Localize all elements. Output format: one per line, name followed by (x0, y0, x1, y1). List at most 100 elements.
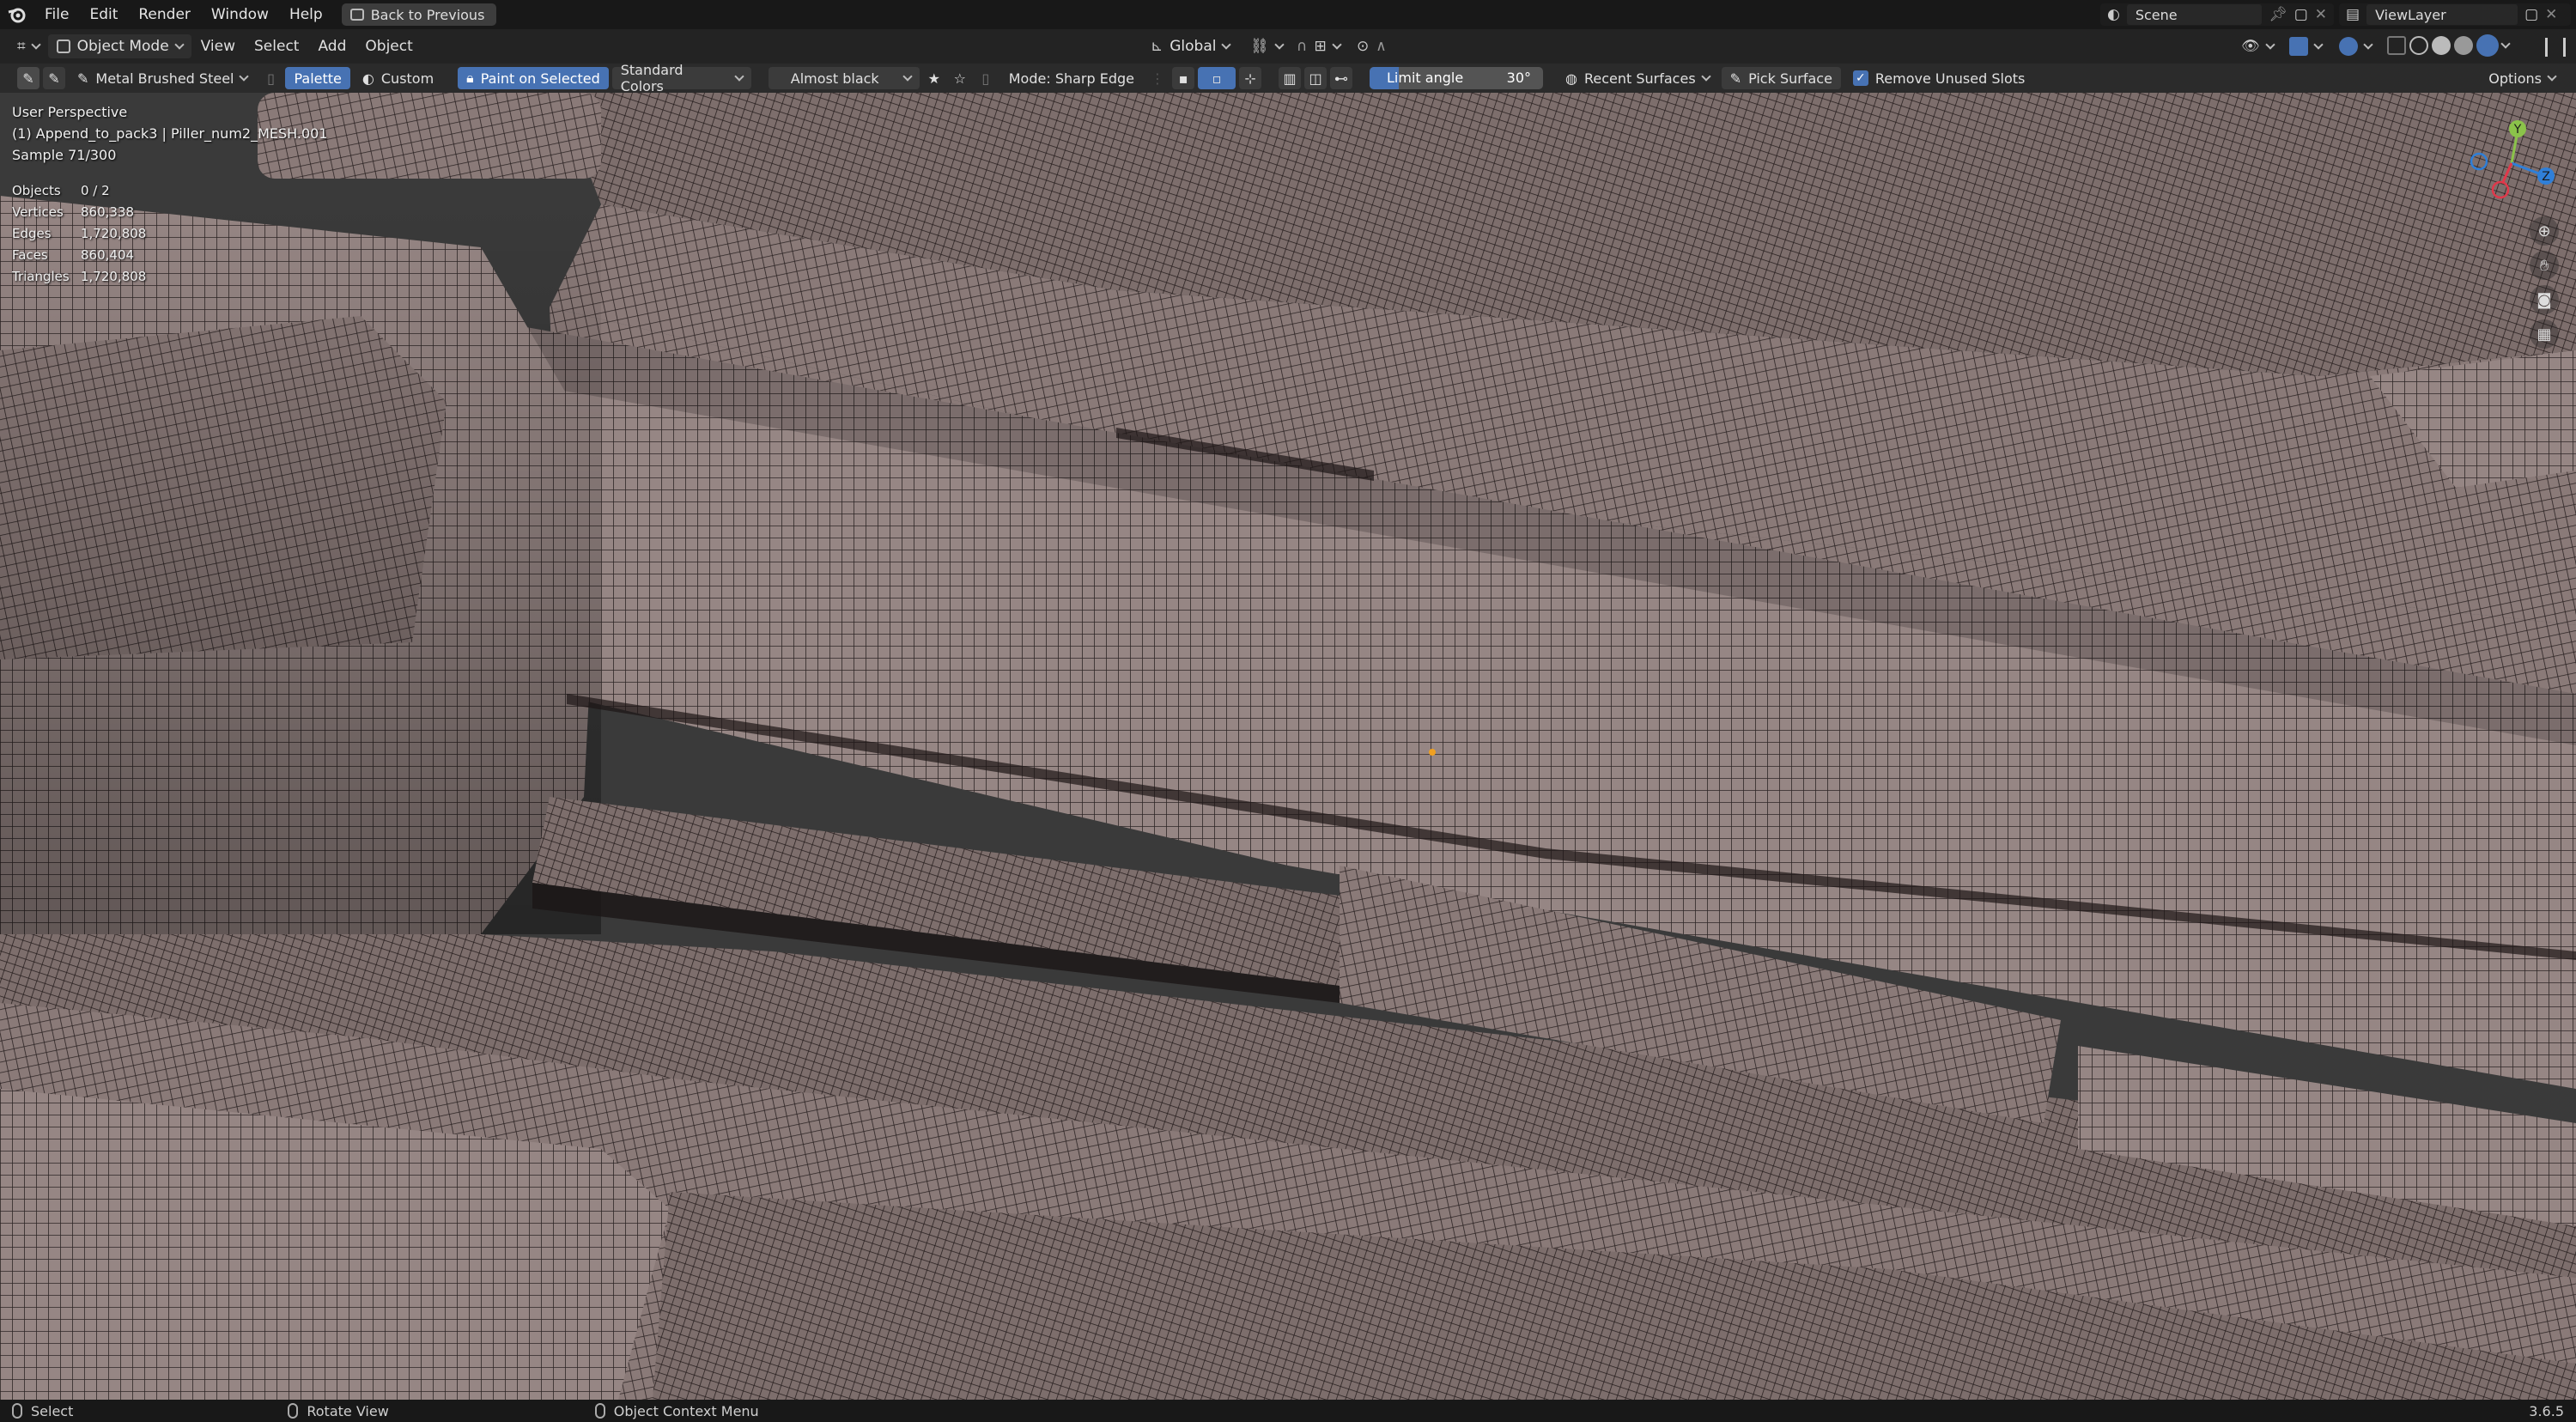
color-label: Almost black (790, 70, 879, 87)
view-layer-name-field[interactable]: ViewLayer (2366, 4, 2518, 25)
mouse-middle-icon (288, 1403, 299, 1419)
editor-type-selector[interactable]: ⌗ (9, 34, 48, 58)
menu-object[interactable]: Object (355, 38, 422, 55)
pan-hand-icon[interactable]: ✋︎ (2530, 251, 2559, 280)
chevron-down-icon (1273, 39, 1285, 50)
snap-toggle[interactable]: ∩ ⊞ (1288, 34, 1349, 58)
neg-x-axis-handle[interactable] (2491, 180, 2510, 199)
scene-selector[interactable]: ◐ Scene 📌︎ ▢ ✕ (2100, 3, 2334, 26)
menu-file[interactable]: File (34, 0, 79, 29)
overlay-toggle[interactable] (2330, 34, 2380, 58)
clipboard-icon[interactable]: ▯ (259, 67, 282, 89)
brush-alt-icon[interactable]: ✎ (43, 67, 65, 89)
menu-render[interactable]: Render (128, 0, 201, 29)
close-scene-icon[interactable]: ✕ (2315, 6, 2327, 23)
proportional-edit-toggle[interactable]: ⊙ ∧ (1348, 34, 1395, 58)
star-outline-icon[interactable]: ☆ (949, 67, 971, 89)
island-icon[interactable]: ◫ (1304, 67, 1327, 89)
3d-viewport[interactable]: User Perspective (1) Append_to_pack3 | P… (0, 93, 2576, 1400)
remove-unused-slots-checkbox[interactable]: ✓ Remove Unused Slots (1844, 67, 2033, 89)
limit-angle-slider[interactable]: Limit angle 30° (1370, 67, 1544, 89)
xray-icon[interactable] (2387, 36, 2406, 55)
brush-icon[interactable]: ✎ (17, 67, 39, 89)
visibility-selector[interactable]: 👁︎ (2233, 34, 2282, 58)
gizmo-toggle[interactable] (2281, 34, 2330, 58)
trash-icon[interactable]: ▯ (975, 67, 997, 89)
material-selector[interactable]: ✎ Metal Brushed Steel (69, 67, 256, 89)
split-icon[interactable] (2545, 38, 2566, 57)
linked-icon[interactable]: ⊷ (1330, 67, 1353, 89)
scene-icon: ◐ (2107, 6, 2120, 23)
navigation-gizmo[interactable]: Y Z (2464, 110, 2559, 204)
menu-add[interactable]: Add (308, 38, 355, 55)
options-menu[interactable]: Options (2480, 67, 2564, 89)
chevron-down-icon (1700, 70, 1711, 82)
color-set-selector[interactable]: Standard Colors (611, 62, 751, 94)
scene-name: Scene (2135, 6, 2178, 23)
camera-icon[interactable]: ◙ (2530, 285, 2559, 314)
version-label: 3.6.5 (2529, 1402, 2564, 1419)
mode-selector[interactable]: Object Mode (47, 34, 191, 58)
lock-icon: 🔒︎ (466, 70, 474, 86)
vertex-select-icon[interactable]: ⊹ (1239, 67, 1262, 89)
palette-toggle[interactable]: Palette (285, 67, 350, 89)
face-select-icon[interactable]: ▪ (1172, 67, 1195, 89)
pick-surface-button[interactable]: ✎ Pick Surface (1721, 67, 1841, 89)
top-menu-bar: File Edit Render Window Help Back to Pre… (0, 0, 2576, 29)
mouse-right-icon (594, 1403, 605, 1419)
chevron-down-icon (2313, 39, 2324, 50)
stats-value: 1,720,808 (81, 269, 147, 284)
neg-z-axis-handle[interactable] (2470, 152, 2488, 171)
wireframe-shading-icon[interactable] (2409, 36, 2428, 55)
stats-value: 0 / 2 (81, 183, 110, 198)
snap-target-icon: ⊞ (1314, 38, 1327, 55)
stats-label: Faces (12, 247, 48, 263)
mode-label: Object Mode (76, 38, 169, 55)
status-bar: Select Rotate View Object Context Menu 3… (0, 1400, 2576, 1422)
material-shading-icon[interactable] (2454, 36, 2473, 55)
paint-on-selected-toggle[interactable]: 🔒︎ Paint on Selected (458, 67, 609, 89)
status-rotate: Rotate View (288, 1403, 389, 1419)
transform-orientation-selector[interactable]: ⊾ Global (1142, 34, 1238, 58)
status-select: Select (12, 1403, 73, 1419)
menu-help[interactable]: Help (279, 0, 333, 29)
chevron-down-icon[interactable] (2500, 38, 2511, 49)
orientation-icon: ⊾ (1151, 38, 1163, 55)
zoom-icon[interactable]: ⊕ (2530, 216, 2559, 246)
proportional-icon: ⊙ (1357, 38, 1370, 55)
stats-value: 860,338 (81, 204, 135, 220)
solid-shading-icon[interactable] (2432, 36, 2451, 55)
sharp-edge-icon[interactable]: ▥ (1279, 67, 1302, 89)
menu-view[interactable]: View (191, 38, 245, 55)
menu-edit[interactable]: Edit (79, 0, 128, 29)
star-filled-icon[interactable]: ★ (923, 67, 945, 89)
color-selector[interactable]: Almost black (768, 67, 920, 89)
orientation-label: Global (1170, 38, 1217, 55)
new-scene-icon[interactable]: ▢ (2294, 6, 2308, 23)
eye-icon: 👁︎ (2241, 38, 2260, 55)
magnet-icon: ∩ (1297, 38, 1308, 55)
view-layer-selector[interactable]: ▤ ViewLayer ▢ ✕ (2339, 3, 2571, 26)
recent-surfaces-selector[interactable]: ◍ Recent Surfaces (1557, 67, 1718, 89)
menu-window[interactable]: Window (201, 0, 279, 29)
grid-view-icon[interactable]: ▦ (2530, 319, 2559, 349)
mode-indicator-label: Mode: Sharp Edge (1008, 70, 1135, 87)
chevron-down-icon (30, 39, 41, 50)
back-to-previous-button[interactable]: Back to Previous (341, 3, 497, 26)
chevron-down-icon (2264, 39, 2275, 50)
pivot-point-selector[interactable]: ⛓︎ (1242, 34, 1291, 58)
close-view-layer-icon[interactable]: ✕ (2545, 6, 2557, 23)
scene-name-field[interactable]: Scene (2126, 4, 2263, 25)
scene-statistics: Objects 0 / 2 Vertices 860,338 Edges 1,720,… (12, 180, 146, 288)
rendered-shading-icon[interactable] (2476, 34, 2499, 57)
new-view-layer-icon[interactable]: ▢ (2524, 6, 2538, 23)
view-layer-name: ViewLayer (2375, 6, 2446, 23)
blender-logo-icon[interactable] (0, 0, 34, 29)
custom-label: Custom (380, 70, 434, 87)
menu-select[interactable]: Select (245, 38, 308, 55)
chevron-down-icon (2363, 39, 2373, 50)
pin-icon[interactable]: 📌︎ (2269, 6, 2287, 23)
chevron-down-icon (1221, 39, 1232, 50)
edge-select-icon[interactable]: ▫ (1198, 67, 1236, 89)
custom-toggle[interactable]: ◐ Custom (354, 67, 442, 89)
